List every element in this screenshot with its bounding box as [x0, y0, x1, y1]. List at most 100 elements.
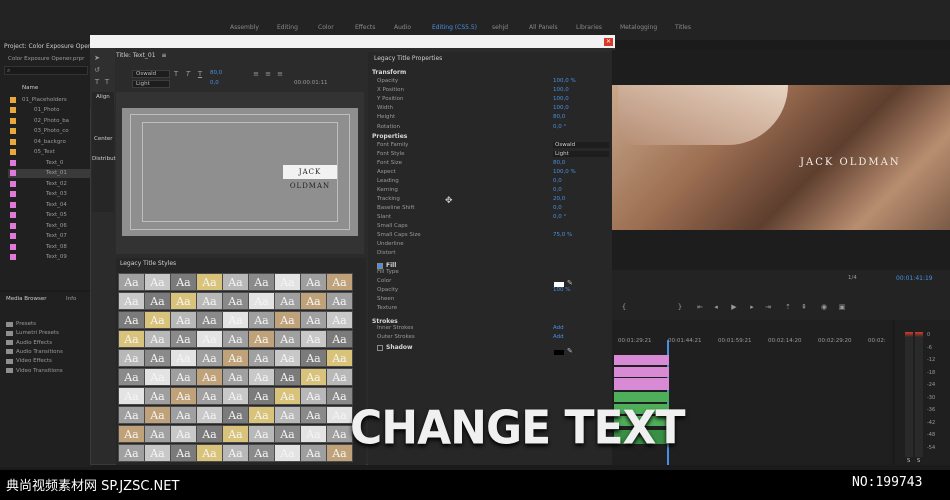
project-item[interactable]: 01_Placeholders [8, 95, 92, 104]
property-value[interactable]: 100 % [553, 287, 570, 293]
effects-folder[interactable]: Audio Effects [6, 340, 52, 346]
project-item[interactable]: Text_04 [8, 200, 92, 209]
project-item[interactable]: Text_03 [8, 190, 92, 199]
lift-icon[interactable]: ⇡ [784, 303, 792, 311]
style-swatch[interactable]: Aa [326, 368, 353, 386]
property-row[interactable]: Sheen [377, 296, 607, 304]
property-row[interactable]: Tracking 20,0 [377, 196, 607, 204]
property-row[interactable]: Y Position 100,0 [377, 96, 607, 104]
canvas-text-box[interactable]: JACK OLDMAN [283, 165, 337, 190]
style-swatch[interactable]: Aa [196, 368, 223, 386]
style-swatch[interactable]: Aa [274, 387, 301, 405]
project-item[interactable]: Text_01 [8, 168, 92, 178]
style-swatch[interactable]: Aa [144, 444, 171, 462]
property-row[interactable]: Outer Strokes Add [377, 334, 607, 342]
style-swatch[interactable]: Aa [144, 292, 171, 310]
tab-editing-cs55[interactable]: Editing (CS5.5) [432, 24, 477, 31]
style-swatch[interactable]: Aa [300, 330, 327, 348]
project-item[interactable]: Text_05 [8, 211, 92, 220]
close-button[interactable]: ✕ [604, 38, 613, 46]
style-swatch[interactable]: Aa [274, 425, 301, 443]
step-back-icon[interactable]: ◂ [712, 303, 720, 311]
titler-timecode[interactable]: 00:00:01:11 [294, 80, 328, 86]
style-swatch[interactable]: Aa [118, 273, 145, 291]
style-swatch[interactable]: Aa [222, 444, 249, 462]
style-swatch[interactable]: Aa [274, 349, 301, 367]
style-swatch[interactable]: Aa [144, 368, 171, 386]
style-swatch[interactable]: Aa [196, 273, 223, 291]
section-fill[interactable]: Fill [386, 262, 396, 269]
property-value[interactable]: 0,0 [553, 205, 562, 211]
shadow-color-swatch[interactable] [554, 350, 564, 355]
shadow-eyedropper-icon[interactable]: ✎ [567, 347, 573, 355]
style-swatch[interactable]: Aa [144, 273, 171, 291]
style-swatch[interactable]: Aa [196, 444, 223, 462]
property-row[interactable]: Height 80,0 [377, 114, 607, 122]
align-right-icon[interactable]: ≡ [276, 70, 284, 78]
property-value[interactable]: Light [553, 151, 609, 157]
tab-all-panels[interactable]: All Panels [529, 24, 558, 31]
shadow-checkbox[interactable] [377, 345, 383, 351]
tab-audio[interactable]: Audio [394, 24, 411, 31]
project-item[interactable]: Text_09 [8, 253, 92, 262]
property-row[interactable]: Opacity 100 % [377, 287, 607, 295]
project-item[interactable]: Text_02 [8, 179, 92, 188]
property-row[interactable]: Font Style Light [377, 151, 609, 159]
effects-folder[interactable]: Presets [6, 321, 36, 327]
type-tool-icon[interactable]: T [93, 78, 101, 86]
panel-menu-icon[interactable]: ≡ [161, 52, 166, 59]
project-item[interactable]: Text_06 [8, 221, 92, 230]
style-swatch[interactable]: Aa [196, 330, 223, 348]
style-swatch[interactable]: Aa [118, 311, 145, 329]
property-row[interactable]: Width 100,0 [377, 105, 607, 113]
style-swatch[interactable]: Aa [274, 292, 301, 310]
property-row[interactable]: Font Family Oswald [377, 142, 609, 150]
style-swatch[interactable]: Aa [274, 368, 301, 386]
property-row[interactable]: Slant 0,0 ° [377, 214, 607, 222]
italic-icon[interactable]: T [184, 70, 192, 78]
vertical-type-tool-icon[interactable]: T [103, 78, 111, 86]
property-value[interactable]: 80,0 [553, 114, 565, 120]
style-swatch[interactable]: Aa [222, 311, 249, 329]
style-swatch[interactable]: Aa [248, 311, 275, 329]
tab-color[interactable]: Color [318, 24, 334, 31]
style-swatch[interactable]: Aa [222, 425, 249, 443]
style-swatch[interactable]: Aa [170, 444, 197, 462]
playback-scale[interactable]: 1/4 [848, 275, 857, 281]
property-value[interactable]: 0,0 [553, 178, 562, 184]
play-icon[interactable]: ▶ [730, 303, 738, 311]
style-swatch[interactable]: Aa [326, 273, 353, 291]
step-forward-icon[interactable]: ▸ [748, 303, 756, 311]
font-size-value[interactable]: 80,0 [210, 70, 222, 76]
style-swatch[interactable]: Aa [118, 444, 145, 462]
style-swatch[interactable]: Aa [170, 273, 197, 291]
style-swatch[interactable]: Aa [222, 273, 249, 291]
style-swatch[interactable]: Aa [326, 349, 353, 367]
program-timecode[interactable]: 00:01:41:19 [896, 275, 933, 282]
property-value[interactable]: 100,0 [553, 105, 569, 111]
style-swatch[interactable]: Aa [300, 387, 327, 405]
property-row[interactable]: Underline [377, 241, 607, 249]
tab-assembly[interactable]: Assembly [230, 24, 259, 31]
style-swatch[interactable]: Aa [118, 368, 145, 386]
tab-effects[interactable]: Effects [355, 24, 375, 31]
bold-icon[interactable]: T [172, 70, 180, 78]
project-search-input[interactable]: ⌕ [4, 66, 88, 75]
style-swatch[interactable]: Aa [248, 330, 275, 348]
tab-titles[interactable]: Titles [675, 24, 691, 31]
style-swatch[interactable]: Aa [326, 444, 353, 462]
section-properties[interactable]: Properties [372, 133, 407, 140]
style-swatch[interactable]: Aa [248, 273, 275, 291]
mark-out-icon[interactable]: } [676, 303, 684, 311]
project-item[interactable]: 01_Photo [8, 106, 92, 115]
effects-folder[interactable]: Video Transitions [6, 368, 63, 374]
mark-in-icon[interactable]: { [620, 303, 628, 311]
style-swatch[interactable]: Aa [118, 406, 145, 424]
style-swatch[interactable]: Aa [274, 406, 301, 424]
solo-left-button[interactable]: S [907, 458, 910, 464]
effects-folder[interactable]: Lumetri Presets [6, 330, 59, 336]
style-swatch[interactable]: Aa [248, 425, 275, 443]
property-row[interactable]: Aspect 100,0 % [377, 169, 607, 177]
property-row[interactable]: Small Caps Size 75,0 % [377, 232, 607, 240]
style-swatch[interactable]: Aa [326, 387, 353, 405]
